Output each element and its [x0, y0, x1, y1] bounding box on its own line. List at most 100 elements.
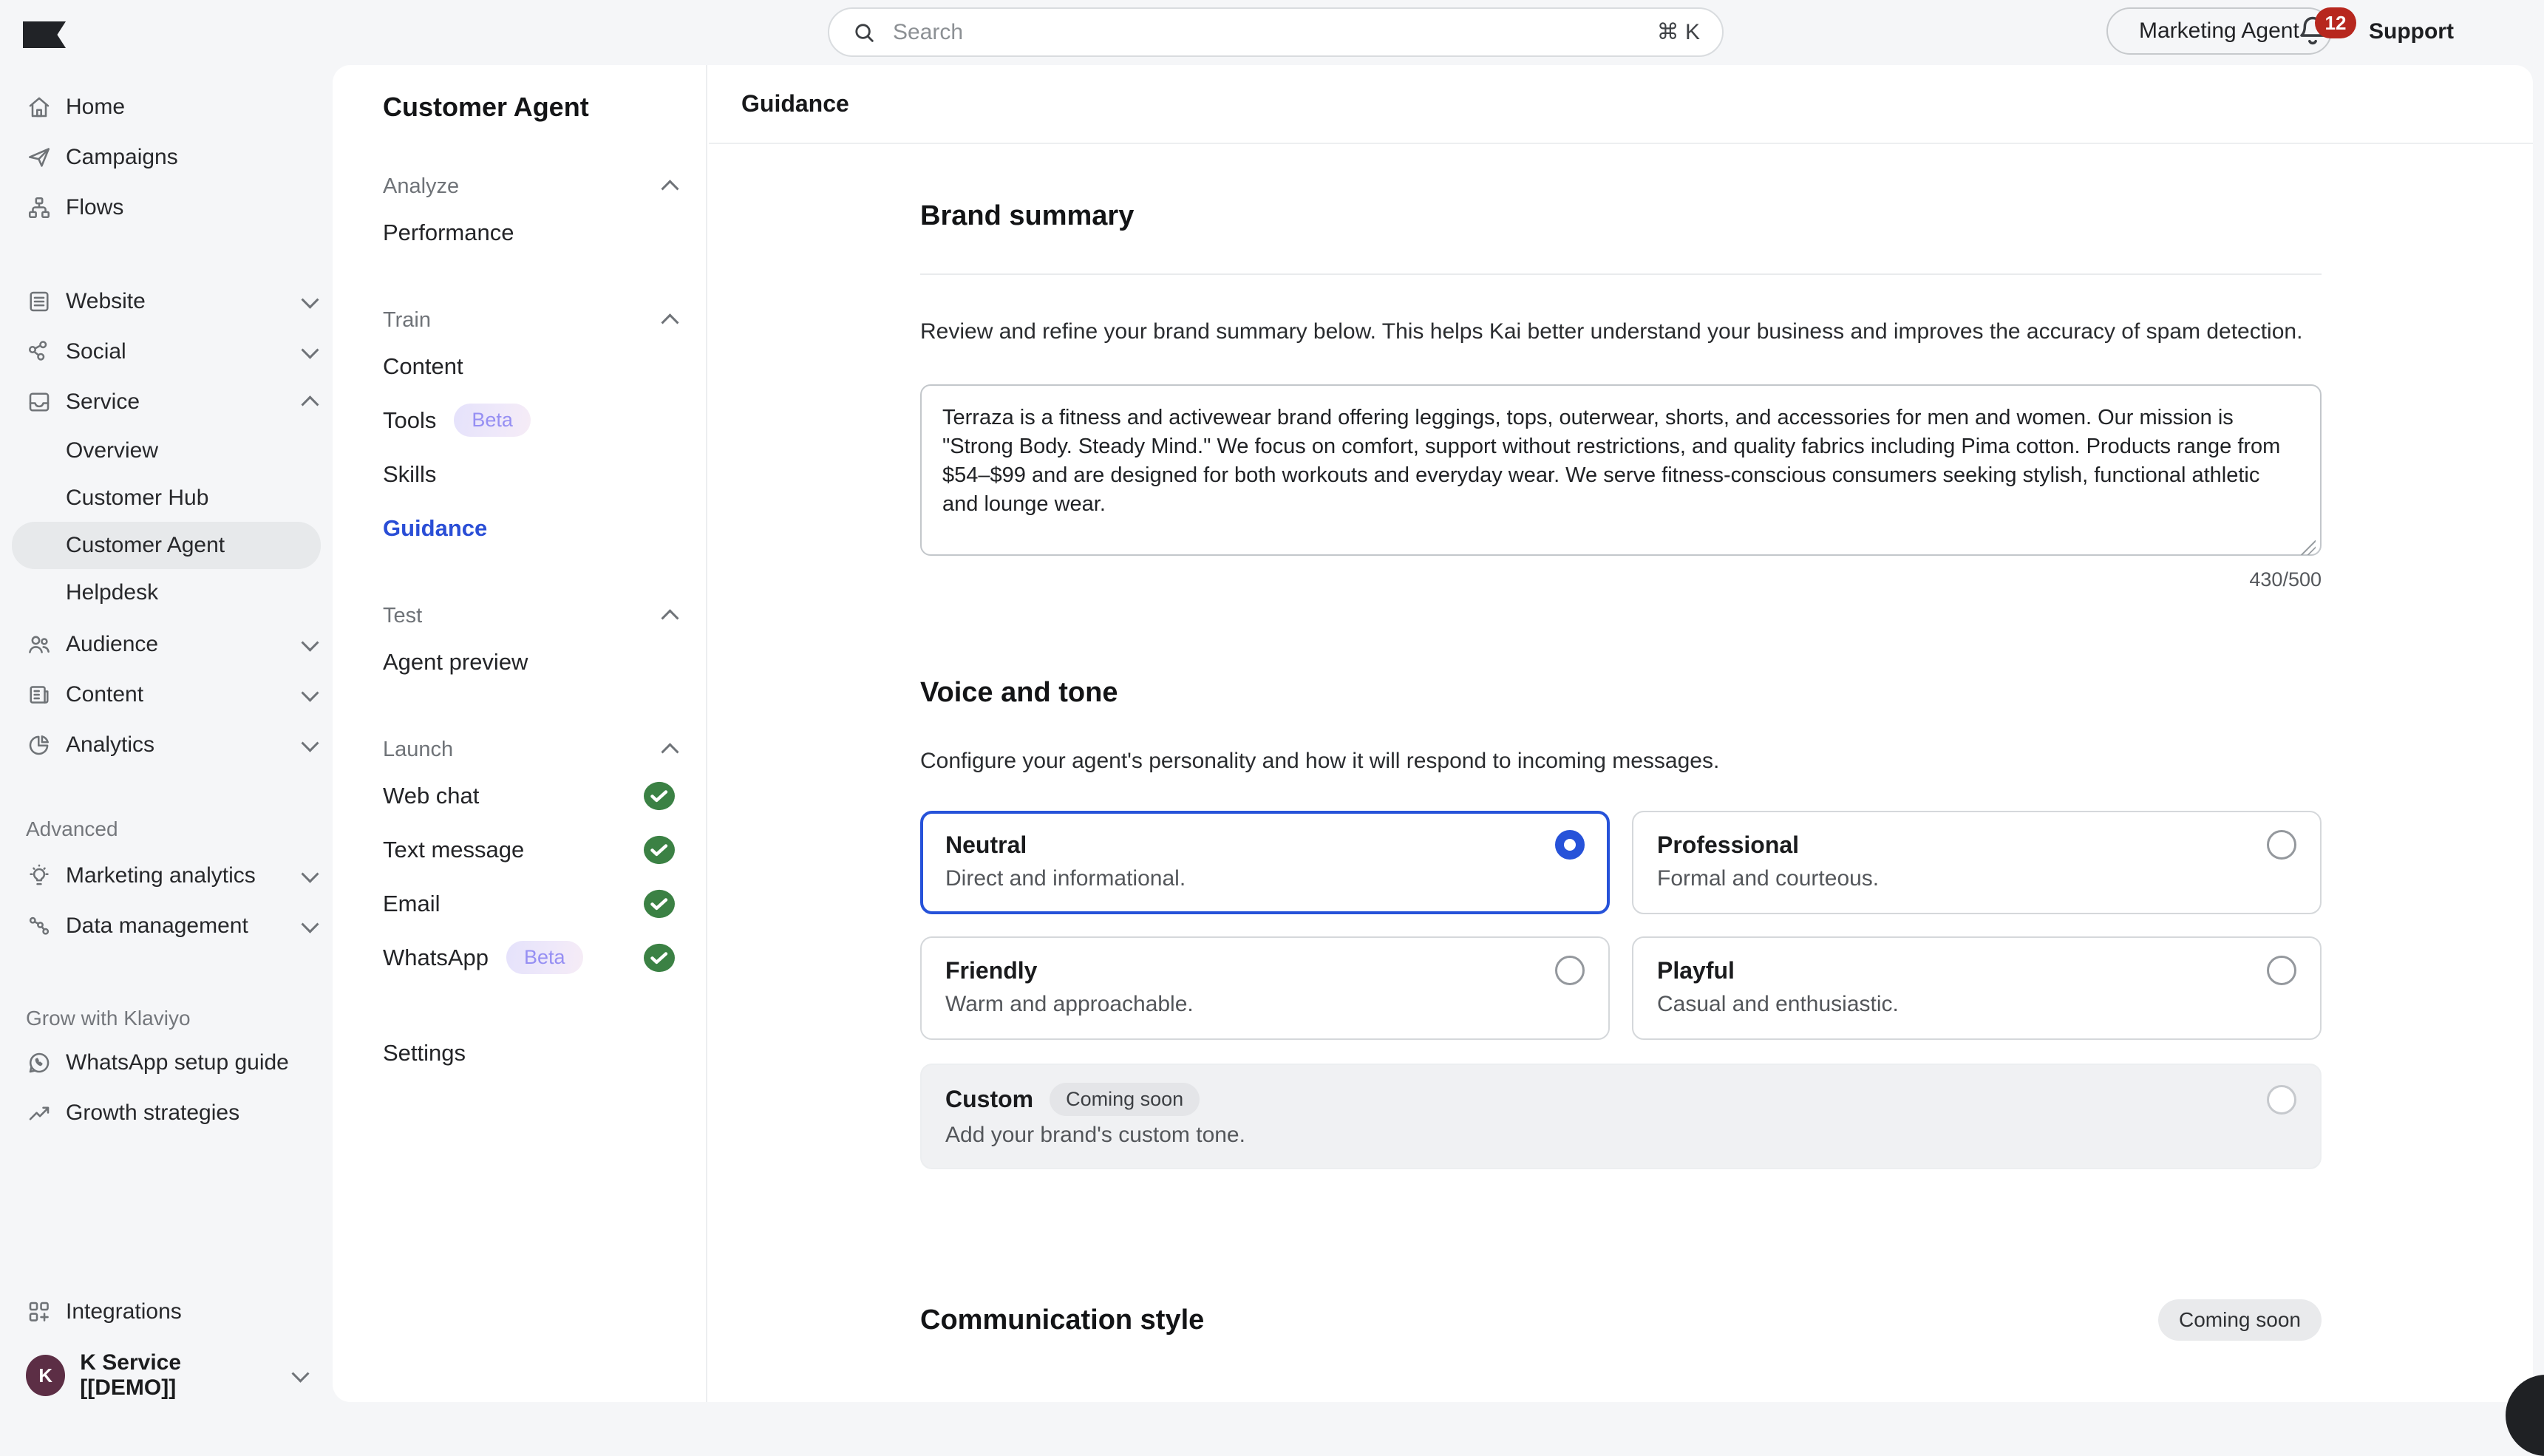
search-input[interactable]	[893, 20, 1641, 45]
chevron-up-icon	[661, 313, 678, 331]
sidebar-item-website[interactable]: Website	[0, 276, 333, 327]
sidebar-item-home[interactable]: Home	[0, 82, 333, 132]
home-icon	[26, 94, 52, 120]
agent-nav-item-email[interactable]: Email	[383, 877, 676, 931]
top-bar: ⌘ K Marketing Agent 12 Support	[0, 0, 2544, 65]
agent-nav-section-analyze[interactable]: Analyze	[383, 167, 676, 205]
item-label: Email	[383, 891, 441, 917]
radio-selected-icon[interactable]	[1555, 830, 1585, 860]
communication-style-title: Communication style	[920, 1304, 1204, 1336]
chevron-down-icon	[301, 290, 319, 308]
tone-label: Professional	[1657, 831, 1799, 859]
tone-description: Formal and courteous.	[1657, 866, 2296, 891]
sidebar-item-audience[interactable]: Audience	[0, 619, 333, 670]
sidebar-item-overview[interactable]: Overview	[12, 427, 321, 474]
item-label: Text message	[383, 837, 524, 863]
voice-and-tone-description: Configure your agent's personality and h…	[920, 744, 2322, 778]
section-label: Train	[383, 308, 431, 333]
sidebar-item-label: Helpdesk	[66, 580, 158, 605]
sidebar-item-growth-strategies[interactable]: Growth strategies	[0, 1088, 333, 1138]
agent-nav-section-launch[interactable]: Launch	[383, 730, 676, 769]
agent-nav-item-settings[interactable]: Settings	[383, 1026, 676, 1080]
tone-option-playful[interactable]: Playful Casual and enthusiastic.	[1632, 936, 2322, 1040]
agent-nav-section-train[interactable]: Train	[383, 301, 676, 339]
radio-icon[interactable]	[2267, 956, 2296, 985]
beta-badge: Beta	[454, 404, 531, 437]
section-label: Launch	[383, 738, 453, 762]
sidebar-item-service[interactable]: Service	[0, 377, 333, 427]
sidebar-item-integrations[interactable]: Integrations	[0, 1287, 333, 1337]
sidebar-item-analytics[interactable]: Analytics	[0, 720, 333, 770]
data-nodes-icon	[26, 913, 52, 939]
sidebar-item-social[interactable]: Social	[0, 327, 333, 377]
sidebar-spacer	[0, 770, 333, 817]
chevron-down-icon	[301, 915, 319, 933]
sidebar-spacer	[0, 951, 333, 1007]
sidebar-item-label: Home	[66, 95, 125, 120]
sidebar-item-label: Service	[66, 389, 140, 415]
tone-option-friendly[interactable]: Friendly Warm and approachable.	[920, 936, 1610, 1040]
agent-nav-item-guidance[interactable]: Guidance	[383, 501, 676, 555]
chevron-down-icon	[301, 341, 319, 358]
radio-icon[interactable]	[1555, 956, 1585, 985]
chevron-up-icon	[661, 743, 678, 761]
check-circle-icon	[642, 942, 676, 973]
agent-nav-item-web-chat[interactable]: Web chat	[383, 769, 676, 823]
agent-nav-item-agent-preview[interactable]: Agent preview	[383, 635, 676, 689]
guidance-content: Brand summary Review and refine your bra…	[709, 144, 2533, 1341]
sidebar-item-label: Customer Agent	[66, 533, 225, 558]
agent-nav-section-test[interactable]: Test	[383, 596, 676, 635]
agent-nav-item-performance[interactable]: Performance	[383, 205, 676, 259]
tone-description: Casual and enthusiastic.	[1657, 992, 2296, 1017]
sidebar-item-customer-agent[interactable]: Customer Agent	[12, 522, 321, 569]
sidebar-item-whatsapp-setup-guide[interactable]: WhatsApp setup guide	[0, 1038, 333, 1088]
agent-nav-item-skills[interactable]: Skills	[383, 447, 676, 501]
sidebar-item-content[interactable]: Content	[0, 670, 333, 720]
notification-count-badge: 12	[2315, 7, 2356, 38]
tone-option-custom: Custom Coming soon Add your brand's cust…	[920, 1064, 2322, 1169]
account-switcher[interactable]: K K Service [[DEMO]]	[0, 1349, 333, 1402]
klaviyo-logo[interactable]	[23, 21, 66, 48]
tone-label: Friendly	[945, 957, 1037, 984]
notifications-button[interactable]: 12	[2294, 12, 2339, 56]
chevron-down-icon	[291, 1364, 309, 1382]
pie-chart-icon	[26, 732, 52, 758]
sidebar-item-customer-hub[interactable]: Customer Hub	[12, 474, 321, 522]
sidebar-section-grow: Grow with Klaviyo	[0, 1007, 333, 1030]
customer-agent-nav: Customer Agent Analyze Performance Train…	[333, 65, 707, 1402]
item-label: Skills	[383, 461, 436, 488]
sidebar-item-campaigns[interactable]: Campaigns	[0, 132, 333, 183]
sidebar-item-flows[interactable]: Flows	[0, 183, 333, 233]
brand-summary-textarea[interactable]: Terraza is a fitness and activewear bran…	[920, 384, 2322, 556]
sidebar-item-label: Data management	[66, 914, 248, 939]
item-label: Guidance	[383, 515, 487, 542]
radio-icon[interactable]	[2267, 830, 2296, 860]
agent-nav-item-content[interactable]: Content	[383, 339, 676, 393]
sidebar-item-helpdesk[interactable]: Helpdesk	[12, 569, 321, 616]
section-label: Test	[383, 604, 422, 628]
content-panel: Customer Agent Analyze Performance Train…	[333, 65, 2533, 1402]
page-title: Guidance	[709, 65, 2533, 144]
tone-label: Playful	[1657, 957, 1735, 984]
users-icon	[26, 631, 52, 658]
agent-nav-item-tools[interactable]: Tools Beta	[383, 393, 676, 447]
account-avatar: K	[26, 1355, 65, 1396]
sidebar-item-data-management[interactable]: Data management	[0, 901, 333, 951]
tone-option-neutral[interactable]: Neutral Direct and informational.	[920, 811, 1610, 914]
voice-and-tone-section: Voice and tone Configure your agent's pe…	[920, 677, 2322, 1169]
brand-summary-description: Review and refine your brand summary bel…	[920, 315, 2322, 349]
item-label: Web chat	[383, 783, 479, 809]
item-label: Agent preview	[383, 649, 528, 676]
agent-nav-item-text-message[interactable]: Text message	[383, 823, 676, 877]
tone-option-professional[interactable]: Professional Formal and courteous.	[1632, 811, 2322, 914]
sidebar-item-label: Campaigns	[66, 145, 178, 170]
coming-soon-badge: Coming soon	[1050, 1083, 1200, 1116]
sidebar-item-marketing-analytics[interactable]: Marketing analytics	[0, 851, 333, 901]
support-link[interactable]: Support	[2369, 19, 2454, 44]
item-label: Tools	[383, 407, 436, 434]
main-sidebar: Home Campaigns Flows Website Social Serv…	[0, 65, 333, 1413]
agent-nav-item-whatsapp[interactable]: WhatsApp Beta	[383, 931, 676, 984]
item-label: Settings	[383, 1040, 466, 1067]
chevron-up-icon	[301, 395, 319, 413]
global-search[interactable]: ⌘ K	[828, 7, 1724, 57]
